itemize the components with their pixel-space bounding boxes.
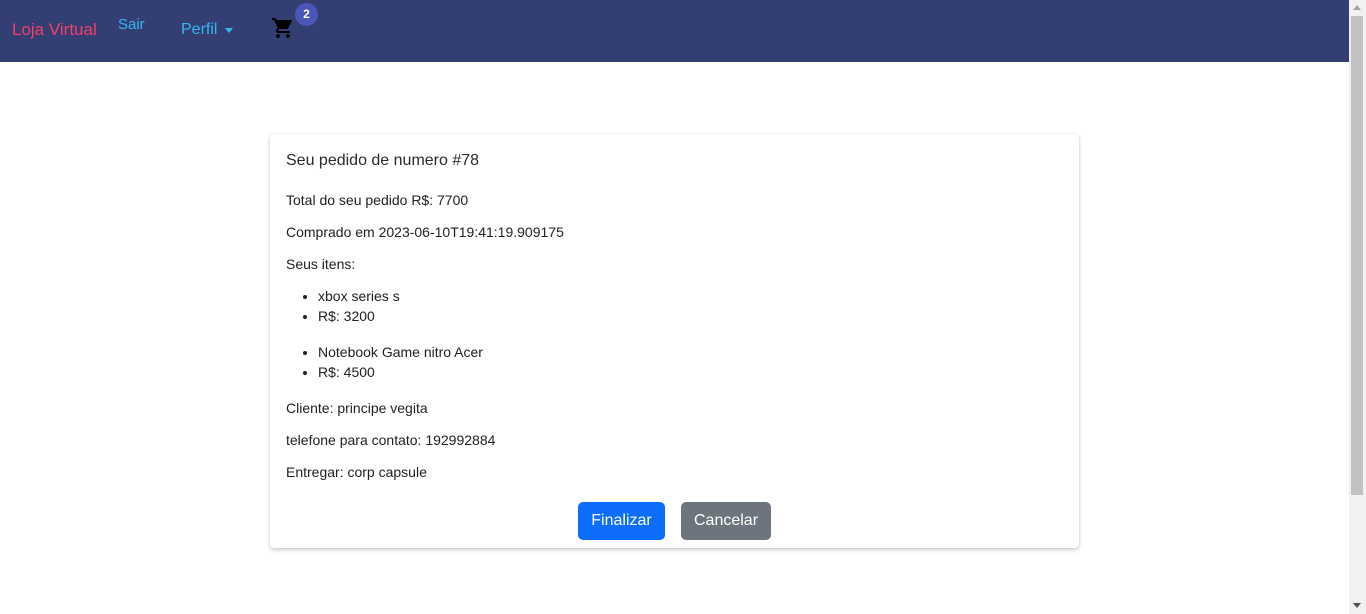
item-name: xbox series s <box>318 286 400 306</box>
cancel-button[interactable]: Cancelar <box>681 502 771 540</box>
item-name: Notebook Game nitro Acer <box>318 342 483 362</box>
chevron-down-icon <box>225 27 234 33</box>
order-items-label: Seus itens: <box>286 256 356 272</box>
brand-link[interactable]: Loja Virtual <box>12 20 97 40</box>
cart-count-badge: 2 <box>295 3 318 26</box>
profile-dropdown[interactable]: Perfil <box>181 21 234 39</box>
scrollbar-thumb[interactable] <box>1351 16 1363 495</box>
scroll-up-icon[interactable] <box>1353 5 1361 10</box>
logout-link[interactable]: Sair <box>118 16 145 33</box>
order-total: Total do seu pedido R$: 7700 <box>286 192 469 208</box>
order-item-list: xbox series s R$: 3200 <box>300 286 400 326</box>
finalize-button[interactable]: Finalizar <box>578 502 665 540</box>
order-card: Seu pedido de numero #78 Total do seu pe… <box>270 134 1079 548</box>
top-navbar: Loja Virtual Sair Perfil 2 <box>0 0 1349 62</box>
order-item-list: Notebook Game nitro Acer R$: 4500 <box>300 342 483 382</box>
order-delivery: Entregar: corp capsule <box>286 464 427 480</box>
shopping-cart-icon[interactable] <box>271 16 295 40</box>
scroll-down-icon[interactable] <box>1353 603 1361 608</box>
item-price: R$: 4500 <box>318 362 483 382</box>
order-title: Seu pedido de numero #78 <box>286 152 480 169</box>
item-price: R$: 3200 <box>318 306 400 326</box>
vertical-scrollbar[interactable] <box>1349 0 1366 614</box>
profile-label: Perfil <box>181 21 218 38</box>
order-purchase-date: Comprado em 2023-06-10T19:41:19.909175 <box>286 224 564 240</box>
order-client: Cliente: principe vegita <box>286 400 428 416</box>
order-phone: telefone para contato: 192992884 <box>286 432 496 448</box>
